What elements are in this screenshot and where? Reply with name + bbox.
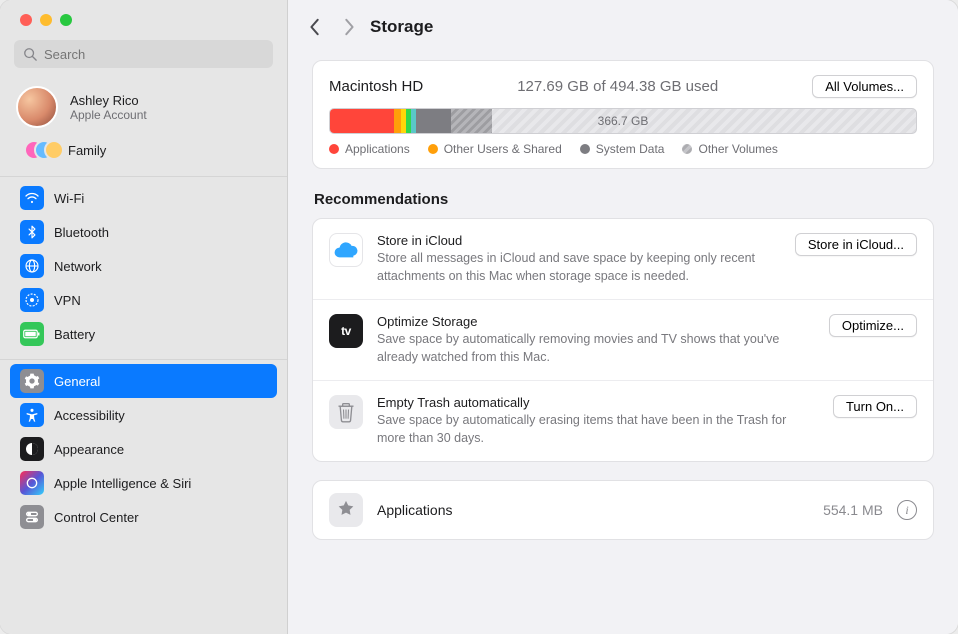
category-size: 554.1 MB	[823, 502, 883, 518]
sidebar-item-label: Appearance	[54, 442, 124, 457]
sidebar-group-network: Wi-Fi Bluetooth Network VPN	[0, 176, 287, 355]
storage-usage-text: 127.69 GB of 494.38 GB used	[517, 78, 718, 95]
sidebar: Ashley Rico Apple Account Family Wi-Fi	[0, 0, 288, 634]
back-button[interactable]	[308, 18, 322, 36]
family-icon	[24, 138, 56, 162]
main-content: Storage Macintosh HD 127.69 GB of 494.38…	[288, 0, 958, 634]
sidebar-item-vpn[interactable]: VPN	[10, 283, 277, 317]
icloud-icon	[329, 233, 363, 267]
sidebar-item-general[interactable]: General	[10, 364, 277, 398]
sidebar-item-label: Apple Intelligence & Siri	[54, 476, 191, 491]
content-header: Storage	[288, 0, 958, 50]
sidebar-item-family[interactable]: Family	[0, 134, 287, 172]
bar-seg-applications	[330, 109, 394, 133]
page-title: Storage	[370, 17, 433, 37]
rec-desc: Store all messages in iCloud and save sp…	[377, 250, 781, 285]
settings-window: Ashley Rico Apple Account Family Wi-Fi	[0, 0, 958, 634]
storage-legend: Applications Other Users & Shared System…	[329, 142, 917, 156]
control-center-icon	[20, 505, 44, 529]
globe-icon	[20, 254, 44, 278]
recommendation-empty-trash: Empty Trash automatically Save space by …	[313, 381, 933, 461]
category-label: Applications	[377, 502, 453, 518]
legend-other-volumes: Other Volumes	[682, 142, 777, 156]
accessibility-icon	[20, 403, 44, 427]
battery-icon	[20, 322, 44, 346]
legend-dot-icon	[329, 144, 339, 154]
rec-title: Store in iCloud	[377, 233, 781, 248]
bar-seg-system-data	[416, 109, 451, 133]
trash-icon	[329, 395, 363, 429]
sidebar-item-label: Wi-Fi	[54, 191, 84, 206]
sidebar-item-network[interactable]: Network	[10, 249, 277, 283]
sidebar-item-label: Accessibility	[54, 408, 125, 423]
wifi-icon	[20, 186, 44, 210]
sidebar-item-label: VPN	[54, 293, 81, 308]
sidebar-item-label: Battery	[54, 327, 95, 342]
rec-title: Empty Trash automatically	[377, 395, 819, 410]
applications-icon	[329, 493, 363, 527]
zoom-window-button[interactable]	[60, 14, 72, 26]
legend-dot-icon	[682, 144, 692, 154]
recommendation-optimize-storage: tv Optimize Storage Save space by automa…	[313, 300, 933, 381]
minimize-window-button[interactable]	[40, 14, 52, 26]
category-row-applications[interactable]: Applications 554.1 MB i	[312, 480, 934, 540]
storage-usage-bar: 366.7 GB	[329, 108, 917, 134]
forward-button[interactable]	[342, 18, 356, 36]
all-volumes-button[interactable]: All Volumes...	[812, 75, 917, 98]
free-space-label: 366.7 GB	[598, 114, 649, 128]
recommendations-heading: Recommendations	[312, 191, 934, 218]
account-subtitle: Apple Account	[70, 108, 147, 122]
legend-system-data: System Data	[580, 142, 665, 156]
bar-seg-other-users	[394, 109, 401, 133]
volume-name: Macintosh HD	[329, 78, 423, 95]
sidebar-item-label: Network	[54, 259, 102, 274]
sidebar-item-bluetooth[interactable]: Bluetooth	[10, 215, 277, 249]
legend-applications: Applications	[329, 142, 410, 156]
account-name: Ashley Rico	[70, 93, 147, 108]
sidebar-item-accessibility[interactable]: Accessibility	[10, 398, 277, 432]
avatar	[16, 86, 58, 128]
sidebar-item-wifi[interactable]: Wi-Fi	[10, 181, 277, 215]
bar-seg-other-volumes	[451, 109, 492, 133]
gear-icon	[20, 369, 44, 393]
sidebar-item-label: Bluetooth	[54, 225, 109, 240]
close-window-button[interactable]	[20, 14, 32, 26]
sidebar-item-appearance[interactable]: Appearance	[10, 432, 277, 466]
window-controls	[0, 0, 287, 34]
bluetooth-icon	[20, 220, 44, 244]
vpn-icon	[20, 288, 44, 312]
storage-summary-card: Macintosh HD 127.69 GB of 494.38 GB used…	[312, 60, 934, 169]
legend-dot-icon	[428, 144, 438, 154]
sidebar-item-account[interactable]: Ashley Rico Apple Account	[0, 78, 287, 134]
sidebar-item-battery[interactable]: Battery	[10, 317, 277, 351]
sidebar-item-label: Control Center	[54, 510, 139, 525]
appletv-icon: tv	[329, 314, 363, 348]
siri-icon	[20, 471, 44, 495]
appearance-icon	[20, 437, 44, 461]
sidebar-item-control-center[interactable]: Control Center	[10, 500, 277, 534]
recommendations-list: Store in iCloud Store all messages in iC…	[312, 218, 934, 462]
legend-dot-icon	[580, 144, 590, 154]
sidebar-item-label: General	[54, 374, 100, 389]
search-input[interactable]	[14, 40, 273, 68]
turn-on-button[interactable]: Turn On...	[833, 395, 917, 418]
rec-desc: Save space by automatically erasing item…	[377, 412, 817, 447]
family-label: Family	[68, 143, 106, 158]
store-in-icloud-button[interactable]: Store in iCloud...	[795, 233, 917, 256]
recommendation-store-in-icloud: Store in iCloud Store all messages in iC…	[313, 219, 933, 300]
optimize-button[interactable]: Optimize...	[829, 314, 917, 337]
rec-desc: Save space by automatically removing mov…	[377, 331, 815, 366]
sidebar-group-general: General Accessibility Appearance Apple I…	[0, 359, 287, 538]
legend-other-users: Other Users & Shared	[428, 142, 562, 156]
info-icon[interactable]: i	[897, 500, 917, 520]
rec-title: Optimize Storage	[377, 314, 815, 329]
sidebar-item-siri[interactable]: Apple Intelligence & Siri	[10, 466, 277, 500]
